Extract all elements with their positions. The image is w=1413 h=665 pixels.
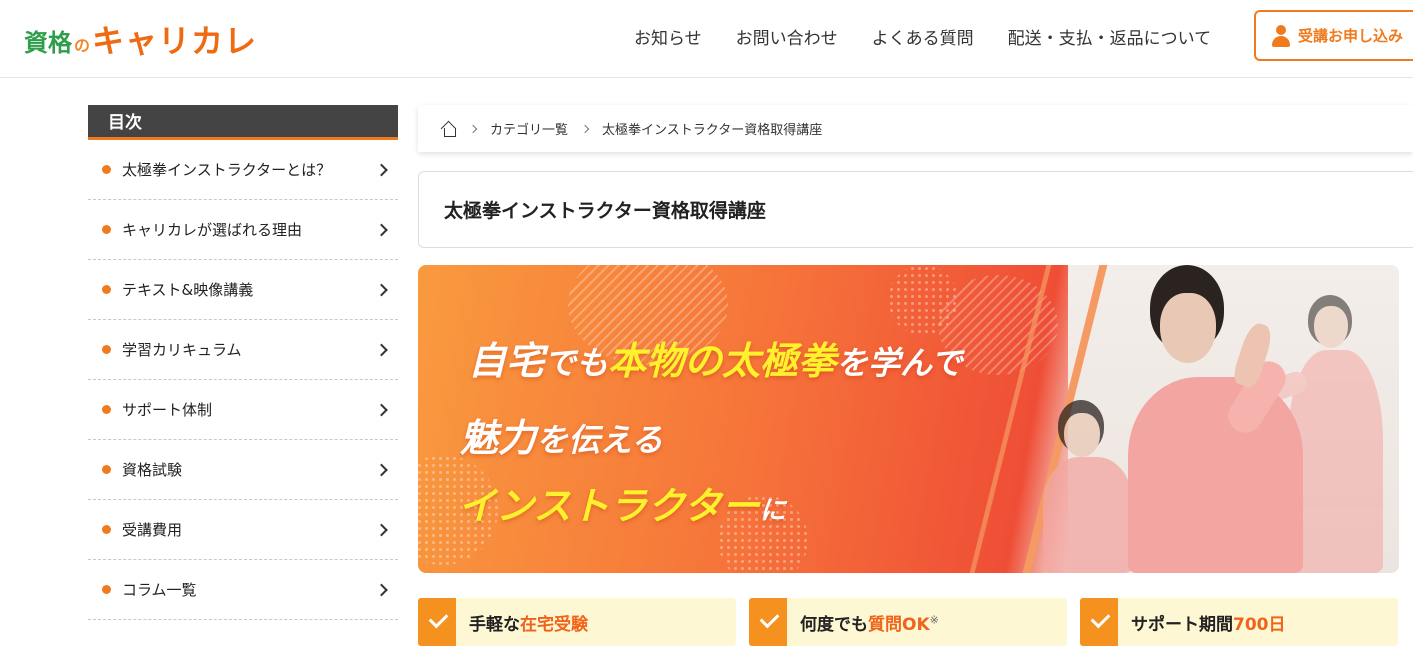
- toc-item-label: 学習カリキュラム: [122, 341, 242, 359]
- page-title: 太極拳インストラクター資格取得講座: [418, 171, 1413, 248]
- toc-item-exam[interactable]: 資格試験: [88, 440, 398, 500]
- toc-item-columns[interactable]: コラム一覧: [88, 560, 398, 620]
- nav-news[interactable]: お知らせ: [634, 24, 702, 49]
- toc-item-label: サポート体制: [122, 401, 213, 419]
- banner-line-1: 自宅でも本物の太極拳を学んで: [468, 339, 963, 383]
- toc-title: 目次: [88, 105, 398, 140]
- chevron-right-icon: [375, 343, 388, 356]
- nav-shipping[interactable]: 配送・支払・返品について: [1008, 24, 1212, 49]
- logo-text-shikaku: 資格: [24, 29, 72, 57]
- toc-item-about[interactable]: 太極拳インストラクターとは？: [88, 140, 398, 200]
- breadcrumb: カテゴリ一覧 太極拳インストラクター資格取得講座: [418, 105, 1413, 152]
- toc-item-label: テキスト&映像講義: [122, 281, 254, 299]
- banner-line-2: 魅力を伝える: [460, 416, 664, 460]
- site-header: 資格 の キャリカレ お知らせ お問い合わせ よくある質問 配送・支払・返品につ…: [0, 0, 1413, 78]
- chevron-right-icon: [375, 583, 388, 596]
- nav-contact[interactable]: お問い合わせ: [736, 24, 838, 49]
- feature-home-exam: 手軽な在宅受験: [418, 598, 736, 646]
- feature-text: サポート期間700日: [1131, 614, 1286, 635]
- table-of-contents: 目次 太極拳インストラクターとは？ キャリカレが選ばれる理由 テキスト&映像講義…: [88, 105, 398, 620]
- checkmark-icon: [418, 598, 456, 646]
- tai-chi-figure-main: [1118, 265, 1338, 573]
- feature-questions: 何度でも質問OK※: [749, 598, 1067, 646]
- main-nav: お知らせ お問い合わせ よくある質問 配送・支払・返品について: [634, 24, 1211, 49]
- breadcrumb-category[interactable]: カテゴリ一覧: [490, 119, 568, 138]
- breadcrumb-current: 太極拳インストラクター資格取得講座: [602, 123, 823, 138]
- toc-item-label: 資格試験: [122, 461, 183, 479]
- toc-item-label: キャリカレが選ばれる理由: [122, 221, 303, 239]
- nav-faq[interactable]: よくある質問: [872, 24, 974, 49]
- toc-item-label: 受講費用: [122, 521, 183, 539]
- apply-button-label: 受講お申し込み: [1298, 27, 1404, 45]
- toc-item-label: 太極拳インストラクターとは？: [122, 161, 332, 179]
- bullet-icon: [102, 525, 111, 534]
- toc-item-label: コラム一覧: [122, 581, 197, 599]
- bullet-icon: [102, 165, 111, 174]
- chevron-right-icon: [375, 223, 388, 236]
- checkmark-icon: [1080, 598, 1118, 646]
- feature-text: 手軽な在宅受験: [469, 614, 588, 635]
- toc-item-text-video[interactable]: テキスト&映像講義: [88, 260, 398, 320]
- toc-item-support[interactable]: サポート体制: [88, 380, 398, 440]
- feature-support-period: サポート期間700日: [1080, 598, 1398, 646]
- bullet-icon: [102, 225, 111, 234]
- chevron-right-icon: [375, 523, 388, 536]
- checkmark-icon: [749, 598, 787, 646]
- bullet-icon: [102, 585, 111, 594]
- toc-item-curriculum[interactable]: 学習カリキュラム: [88, 320, 398, 380]
- chevron-right-icon: [468, 124, 478, 133]
- bullet-icon: [102, 465, 111, 474]
- feature-text: 何度でも質問OK※: [800, 612, 939, 635]
- chevron-right-icon: [375, 283, 388, 296]
- chevron-right-icon: [580, 124, 590, 133]
- logo-text-main: キャリカレ: [92, 22, 258, 60]
- home-icon[interactable]: [442, 122, 456, 137]
- bullet-icon: [102, 405, 111, 414]
- chevron-right-icon: [375, 163, 388, 176]
- logo-text-no: の: [74, 36, 91, 55]
- bullet-icon: [102, 285, 111, 294]
- toc-item-reasons[interactable]: キャリカレが選ばれる理由: [88, 200, 398, 260]
- bullet-icon: [102, 345, 111, 354]
- banner-line-3: インストラクターに: [458, 484, 786, 528]
- person-icon: [1272, 24, 1290, 47]
- hero-banner: 自宅でも本物の太極拳を学んで 魅力を伝える インストラクターに: [418, 265, 1399, 573]
- chevron-right-icon: [375, 403, 388, 416]
- apply-button[interactable]: 受講お申し込み: [1254, 10, 1413, 61]
- decor-dots: [888, 265, 958, 335]
- chevron-right-icon: [375, 463, 388, 476]
- site-logo[interactable]: 資格 の キャリカレ: [24, 14, 257, 60]
- toc-item-fees[interactable]: 受講費用: [88, 500, 398, 560]
